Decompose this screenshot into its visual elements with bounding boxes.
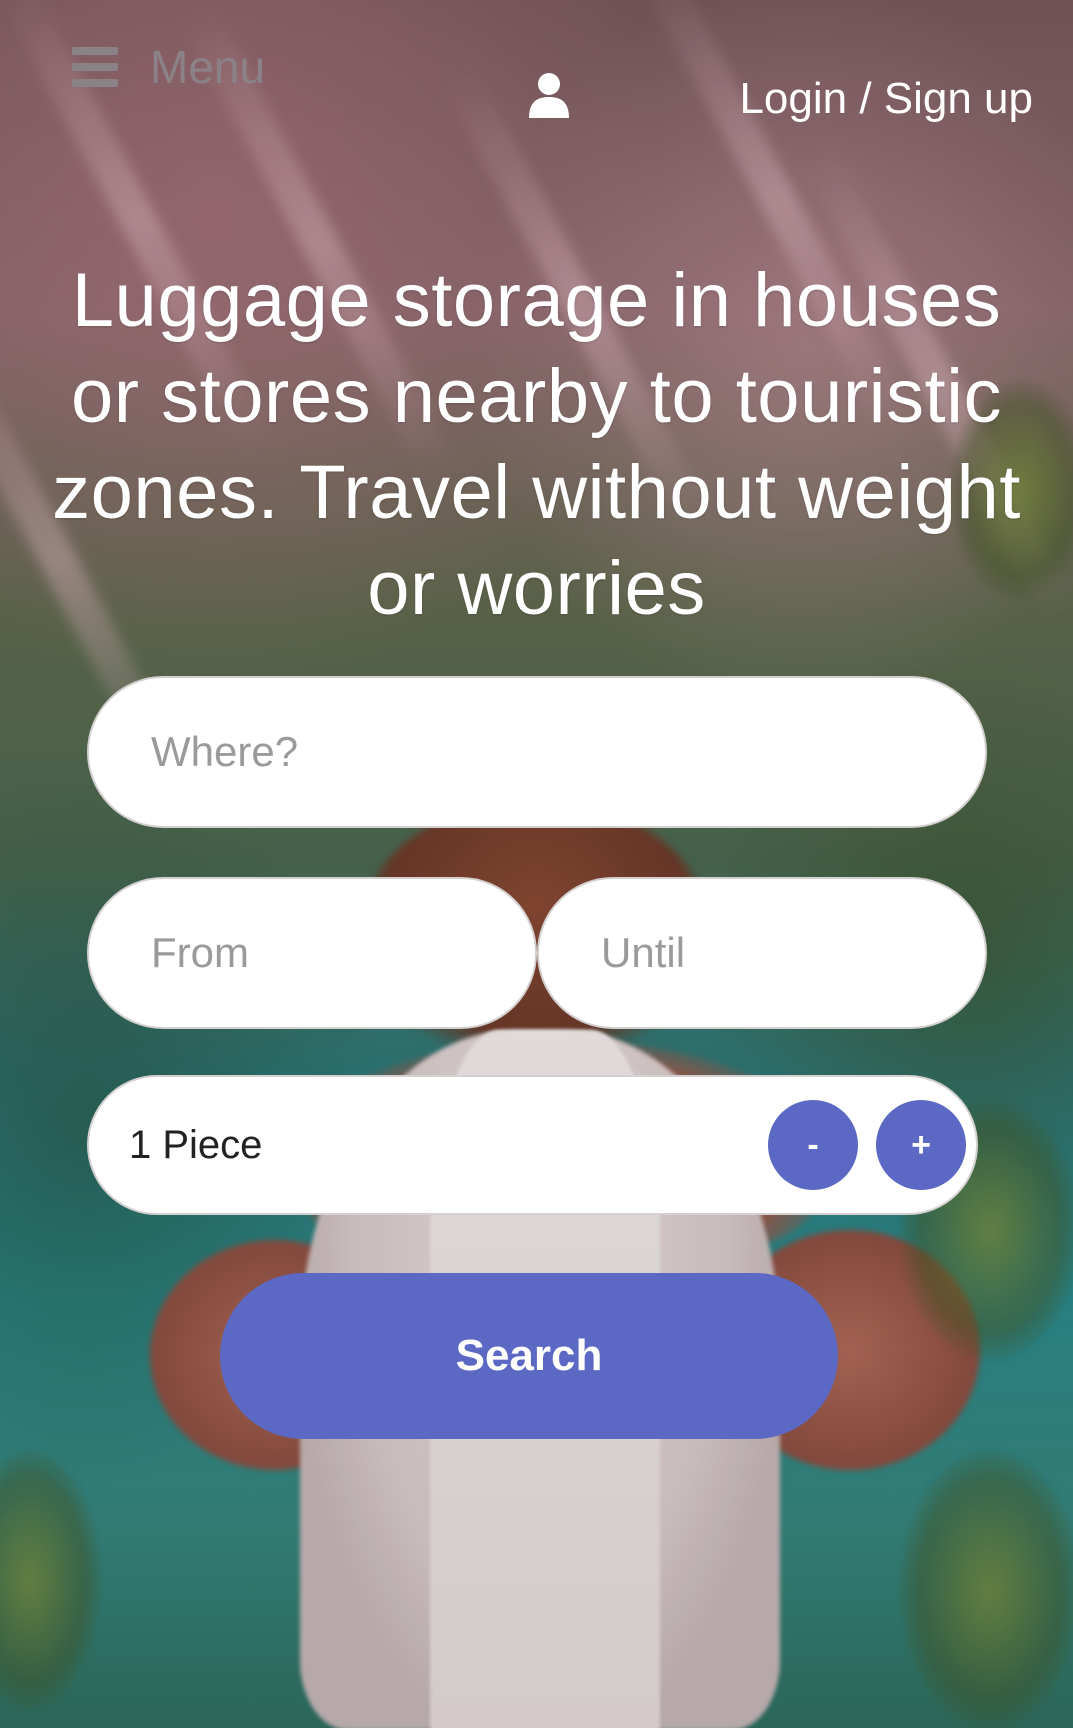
user-icon[interactable]	[527, 72, 571, 118]
stepper-controls: - +	[768, 1100, 966, 1190]
login-signup-link[interactable]: Login / Sign up	[739, 74, 1033, 124]
page-title: Luggage storage in houses or stores near…	[52, 257, 1021, 631]
increment-button[interactable]: +	[876, 1100, 966, 1190]
pieces-stepper: 1 Piece - +	[87, 1075, 978, 1215]
pieces-value: 1 Piece	[129, 1122, 263, 1167]
decrement-button[interactable]: -	[768, 1100, 858, 1190]
until-date-input[interactable]	[539, 929, 985, 977]
hamburger-icon	[72, 47, 118, 87]
from-field-wrapper	[87, 877, 537, 1029]
where-input[interactable]	[89, 728, 985, 776]
where-field-wrapper	[87, 676, 987, 828]
search-button[interactable]: Search	[220, 1273, 838, 1439]
header: Menu Login / Sign up	[0, 0, 1073, 140]
menu-label: Menu	[150, 41, 266, 93]
until-field-wrapper	[537, 877, 987, 1029]
menu-button[interactable]: Menu	[72, 44, 265, 90]
from-date-input[interactable]	[89, 929, 535, 977]
